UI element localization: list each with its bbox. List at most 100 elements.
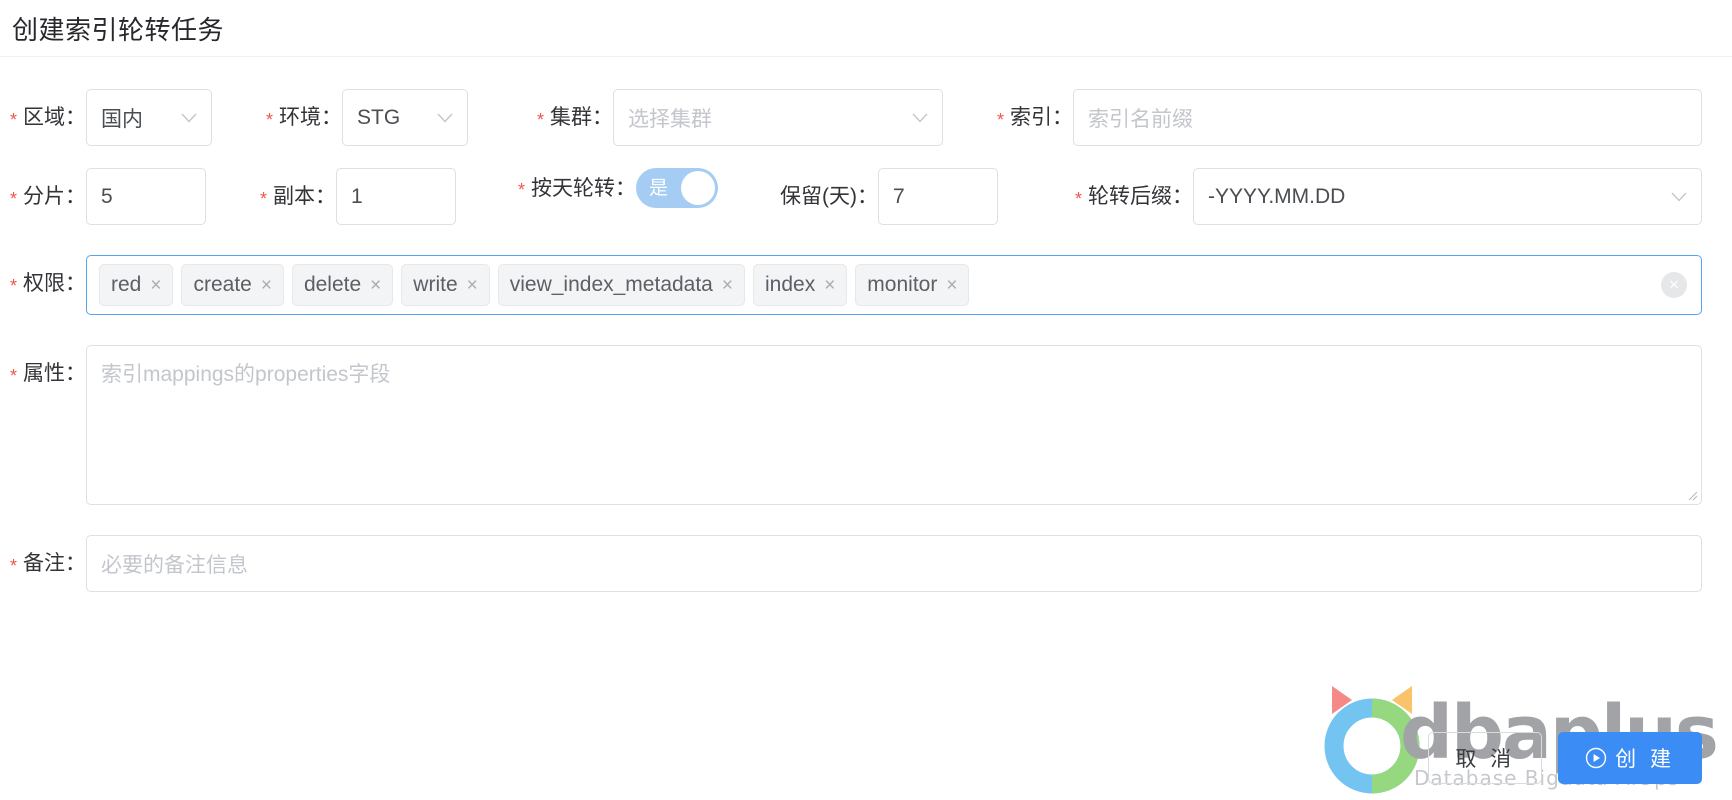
dialog-footer: 取 消 创 建 (1428, 732, 1702, 784)
region-select[interactable]: 国内 (86, 89, 212, 146)
field-index: * 索引： 索引名前缀 (943, 89, 1702, 146)
label-region-text: 区域： (23, 106, 86, 129)
field-remark: * 备注： 必要的备注信息 (0, 535, 1702, 592)
label-cluster-text: 集群： (550, 106, 613, 129)
permission-tag-label: red (111, 273, 142, 296)
label-replicas: * 副本： (206, 185, 336, 209)
permission-tag-label: index (764, 273, 816, 296)
label-rotate-suffix-text: 轮转后缀： (1088, 185, 1193, 208)
required-asterisk-icon: * (9, 365, 17, 386)
permission-tag-label: create (193, 273, 252, 296)
label-retention-text: 保留(天)： (780, 185, 878, 208)
replicas-value: 1 (351, 184, 363, 208)
field-cluster: * 集群： 选择集群 (468, 89, 943, 146)
label-remark: * 备注： (0, 553, 86, 576)
label-shards-text: 分片： (23, 185, 86, 208)
permission-tag[interactable]: delete × (291, 264, 394, 306)
form-row-properties: * 属性： 索引mappings的properties字段 (0, 345, 1702, 505)
form-row-permissions: * 权限： red × create × delete × write × vi… (0, 255, 1702, 315)
field-shards: * 分片： 5 (0, 168, 206, 225)
resize-handle-icon[interactable] (1686, 489, 1698, 501)
field-rotate-daily: * 按天轮转： 是 (456, 168, 718, 208)
play-circle-icon (1585, 747, 1607, 769)
field-region: * 区域： 国内 (0, 89, 212, 146)
close-icon[interactable]: × (150, 276, 161, 295)
label-rotate-daily-text: 按天轮转： (531, 176, 636, 200)
label-region: * 区域： (0, 106, 86, 130)
required-asterisk-icon: * (1074, 188, 1082, 209)
label-environment-text: 环境： (279, 106, 342, 129)
label-properties: * 属性： (0, 345, 86, 402)
close-icon[interactable]: × (824, 276, 835, 295)
retention-days-value: 7 (893, 184, 905, 208)
close-icon[interactable]: × (467, 276, 478, 295)
permission-tag[interactable]: view_index_metadata × (497, 264, 745, 306)
form-body: * 区域： 国内 * 环境： STG * 集群： 选择集群 * 索引： 索引名前… (0, 57, 1732, 592)
index-name-input[interactable]: 索引名前缀 (1073, 89, 1702, 146)
close-icon[interactable]: × (946, 276, 957, 295)
required-asterisk-icon: * (9, 109, 17, 130)
cluster-select[interactable]: 选择集群 (613, 89, 943, 146)
label-replicas-text: 副本： (273, 185, 336, 208)
permission-tag[interactable]: monitor × (855, 264, 970, 306)
permission-tag-label: write (413, 273, 458, 296)
required-asterisk-icon: * (265, 109, 273, 130)
index-name-placeholder: 索引名前缀 (1088, 107, 1193, 131)
permission-tag[interactable]: create × (181, 264, 284, 306)
required-asterisk-icon: * (517, 180, 525, 200)
permission-tag-label: monitor (867, 273, 938, 296)
environment-select-value: STG (357, 105, 401, 129)
rotate-daily-state-text: 是 (649, 177, 669, 199)
permission-tag[interactable]: red × (99, 264, 174, 306)
field-replicas: * 副本： 1 (206, 168, 456, 225)
label-environment: * 环境： (212, 106, 342, 130)
clear-all-icon[interactable]: × (1661, 272, 1687, 298)
toggle-knob (681, 171, 715, 205)
close-icon[interactable]: × (261, 276, 272, 295)
label-index: * 索引： (943, 107, 1073, 130)
chevron-down-icon (912, 113, 928, 123)
region-select-value: 国内 (101, 107, 143, 131)
required-asterisk-icon: * (536, 109, 544, 130)
remark-input[interactable]: 必要的备注信息 (86, 535, 1702, 592)
required-asterisk-icon: * (9, 188, 17, 209)
shards-input[interactable]: 5 (86, 168, 206, 225)
remark-placeholder: 必要的备注信息 (101, 553, 248, 577)
permissions-tags-input[interactable]: red × create × delete × write × view_ind… (86, 255, 1702, 315)
required-asterisk-icon: * (9, 555, 17, 576)
rotate-suffix-select[interactable]: -YYYY.MM.DD (1193, 168, 1702, 225)
close-icon[interactable]: × (722, 276, 733, 295)
dialog-header: 创建索引轮转任务 (0, 0, 1732, 57)
field-environment: * 环境： STG (212, 89, 468, 146)
properties-placeholder: 索引mappings的properties字段 (101, 363, 391, 386)
retention-days-input[interactable]: 7 (878, 168, 998, 225)
close-icon[interactable]: × (370, 276, 381, 295)
label-properties-text: 属性： (23, 362, 86, 385)
chevron-down-icon (437, 113, 453, 123)
properties-textarea[interactable]: 索引mappings的properties字段 (86, 345, 1702, 505)
rotate-suffix-value: -YYYY.MM.DD (1208, 184, 1346, 208)
environment-select[interactable]: STG (342, 89, 468, 146)
create-button-label: 创 建 (1615, 748, 1675, 771)
permission-tag[interactable]: write × (401, 264, 490, 306)
field-properties: * 属性： 索引mappings的properties字段 (0, 345, 1702, 505)
create-button[interactable]: 创 建 (1558, 732, 1702, 784)
label-permissions-text: 权限： (23, 272, 86, 295)
chevron-down-icon (1671, 192, 1687, 202)
replicas-input[interactable]: 1 (336, 168, 456, 225)
permission-tag-label: delete (303, 273, 362, 296)
form-row-remark: * 备注： 必要的备注信息 (0, 535, 1702, 592)
rotate-daily-toggle[interactable]: 是 (636, 168, 718, 208)
page-title: 创建索引轮转任务 (12, 14, 225, 45)
permission-tag[interactable]: index × (752, 264, 848, 306)
label-retention: 保留(天)： (718, 186, 878, 207)
cancel-button[interactable]: 取 消 (1428, 732, 1543, 784)
label-shards: * 分片： (0, 185, 86, 209)
chevron-down-icon (181, 113, 197, 123)
required-asterisk-icon: * (996, 109, 1004, 130)
required-asterisk-icon: * (259, 188, 267, 209)
cluster-select-placeholder: 选择集群 (628, 107, 712, 131)
required-asterisk-icon: * (9, 275, 17, 296)
cancel-button-label: 取 消 (1455, 748, 1516, 771)
create-index-rotation-dialog: 创建索引轮转任务 * 区域： 国内 * 环境： STG * 集群： 选择集群 *… (0, 0, 1732, 800)
